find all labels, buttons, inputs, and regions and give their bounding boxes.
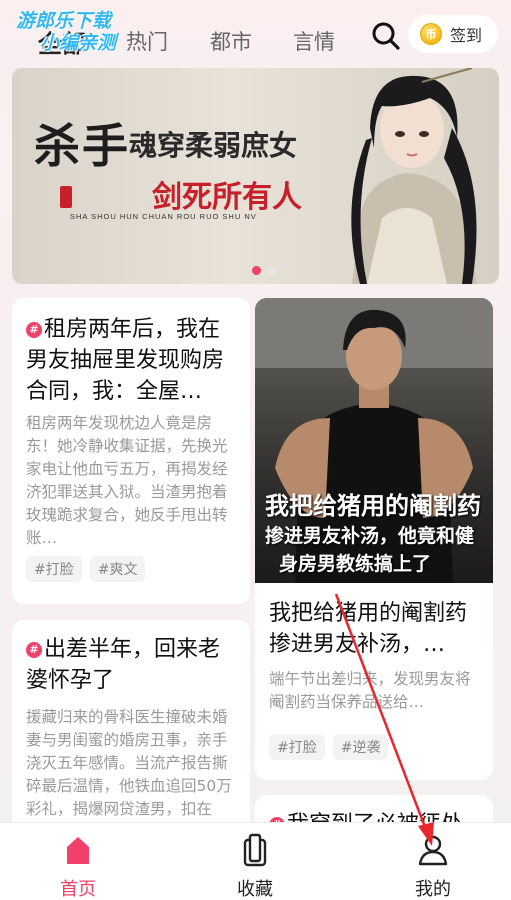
cover-title-line-1: 我把给猪用的阉割药 <box>265 491 481 520</box>
nav-profile-label: 我的 <box>415 879 451 900</box>
coin-icon: 币 <box>420 23 442 45</box>
carousel-dots <box>252 266 276 275</box>
banner-character-illustration <box>351 68 477 284</box>
nav-bookshelf-label: 收藏 <box>237 879 273 900</box>
book-card[interactable]: # 租房两年后，我在男友抽屉里发现购房合同，我：全屋… 租房两年发现枕边人竟是房东… <box>12 298 250 604</box>
book-card[interactable]: 我把给猪用的阉割药 掺进男友补汤，他竟和健 身房男教练搞上了 我把给猪用的阉割药… <box>255 298 493 780</box>
home-icon <box>67 837 89 864</box>
bookshelf-icon <box>243 833 267 867</box>
seal-stamp <box>60 186 72 208</box>
profile-icon <box>418 835 448 866</box>
book-tags: #打脸 #爽文 <box>26 556 146 582</box>
book-tag[interactable]: #爽文 <box>89 556 146 582</box>
search-icon <box>372 22 400 50</box>
cover-title-line-3: 身房男教练搞上了 <box>279 553 432 575</box>
book-card[interactable]: # 出差半年，回来老婆怀孕了 援藏归来的骨科医生撞破未婚妻与男闺蜜的婚房丑事，亲手… <box>12 620 250 850</box>
watermark: 游郎乐下载 小编亲测 <box>16 10 116 54</box>
search-button[interactable] <box>370 20 402 52</box>
tab-urban[interactable]: 都市 <box>210 26 252 56</box>
cover-title-line-2: 掺进男友补汤，他竟和健 <box>265 525 475 547</box>
banner-carousel[interactable]: 杀手 魂穿柔弱庶女 剑死所有人 SHA SHOU HUN CHUAN ROU R… <box>12 68 499 284</box>
nav-home-label: 首页 <box>60 879 96 900</box>
banner-pinyin: SHA SHOU HUN CHUAN ROU RUO SHU NV <box>70 212 257 221</box>
nav-bookshelf[interactable]: 收藏 <box>200 823 310 900</box>
bottom-navigation: 首页 收藏 我的 <box>0 822 511 900</box>
book-tags: #打脸 #逆袭 <box>269 734 389 760</box>
book-cover: 我把给猪用的阉割药 掺进男友补汤，他竟和健 身房男教练搞上了 <box>255 298 493 583</box>
banner-title: 杀手 魂穿柔弱庶女 剑死所有人 <box>34 116 334 215</box>
book-description: 端午节出差归来，发现男友将阉割药当保养品送给… <box>269 670 471 711</box>
book-tag[interactable]: #打脸 <box>269 734 325 760</box>
cover-title: 我把给猪用的阉割药 掺进男友补汤，他竟和健 身房男教练搞上了 <box>265 490 487 578</box>
book-tag[interactable]: #打脸 <box>26 556 82 582</box>
carousel-dot[interactable] <box>267 266 276 275</box>
nav-home[interactable]: 首页 <box>23 823 133 900</box>
banner-red-text: 剑死所有人 <box>152 180 302 215</box>
hashtag-icon: # <box>26 642 42 658</box>
tab-hot[interactable]: 热门 <box>126 26 168 56</box>
book-title: # 出差半年，回来老婆怀孕了 <box>26 637 221 693</box>
hashtag-icon: # <box>26 322 42 338</box>
watermark-line-1: 游郎乐下载 <box>16 10 112 32</box>
book-title: # 租房两年后，我在男友抽屉里发现购房合同，我：全屋… <box>26 317 225 404</box>
tab-romance[interactable]: 言情 <box>293 26 335 56</box>
watermark-line-2: 小编亲测 <box>40 32 117 54</box>
signin-label: 签到 <box>450 26 483 45</box>
nav-profile[interactable]: 我的 <box>378 823 488 900</box>
book-title: 我把给猪用的阉割药掺进男友补汤，… <box>269 601 468 657</box>
signin-button[interactable]: 币 签到 <box>408 15 498 53</box>
carousel-dot-active[interactable] <box>252 266 261 275</box>
book-description: 租房两年发现枕边人竟是房东！她冷静收集证据，先换光家电让他血亏五万，再揭发经济犯… <box>26 414 228 547</box>
banner-mid-text: 魂穿柔弱庶女 <box>129 129 298 162</box>
book-tag[interactable]: #逆袭 <box>332 734 389 760</box>
